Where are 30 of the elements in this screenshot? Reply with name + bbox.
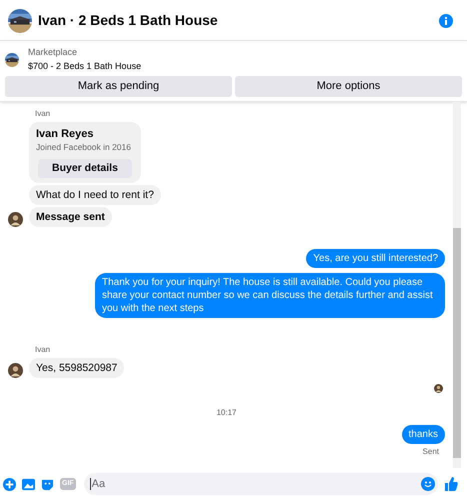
message-field[interactable]: Aa — [90, 478, 421, 490]
thumbs-up-icon[interactable] — [444, 477, 458, 491]
sender-name: Ivan — [35, 344, 50, 356]
listing-category: Marketplace — [28, 46, 78, 58]
outgoing-message: Yes, are you still interested? — [306, 249, 445, 268]
add-icon[interactable] — [3, 478, 16, 490]
listing-button[interactable]: More options — [235, 76, 462, 97]
avatar-icon — [8, 212, 23, 227]
incoming-message: What do I need to rent it? — [29, 185, 161, 205]
sender-name: Ivan — [35, 108, 50, 120]
scrollbar[interactable] — [453, 102, 461, 468]
image-icon[interactable] — [22, 478, 35, 490]
avatar-icon — [8, 363, 23, 378]
buyer-name: Ivan Reyes — [36, 127, 94, 141]
sticker-icon[interactable] — [41, 478, 54, 490]
listing-title[interactable]: $700 - 2 Beds 1 Bath House — [28, 60, 142, 73]
avatar-icon — [434, 384, 443, 393]
timestamp: 10:17 — [216, 407, 237, 419]
message-box[interactable]: Aa — [84, 473, 438, 495]
outgoing-message: thanks — [402, 425, 445, 444]
incoming-message: Message sent — [29, 207, 112, 227]
listing-button[interactable]: Mark as pending — [5, 76, 232, 97]
buyer-details-button[interactable]: Buyer details — [38, 159, 132, 178]
delivery-status: Sent — [422, 446, 439, 458]
emoji-icon[interactable] — [421, 477, 435, 491]
window-title: Ivan · 2 Beds 1 Bath House — [38, 11, 218, 30]
incoming-message: Yes, 5598520987 — [29, 358, 124, 378]
outgoing-message: Thank you for your inquiry! The house is still available. Could you please share your contact number so we can discuss the details further and assist you with the next steps — [95, 273, 445, 318]
info-icon[interactable] — [439, 14, 453, 28]
buyer-joined: Joined Facebook in 2016 — [36, 141, 132, 153]
